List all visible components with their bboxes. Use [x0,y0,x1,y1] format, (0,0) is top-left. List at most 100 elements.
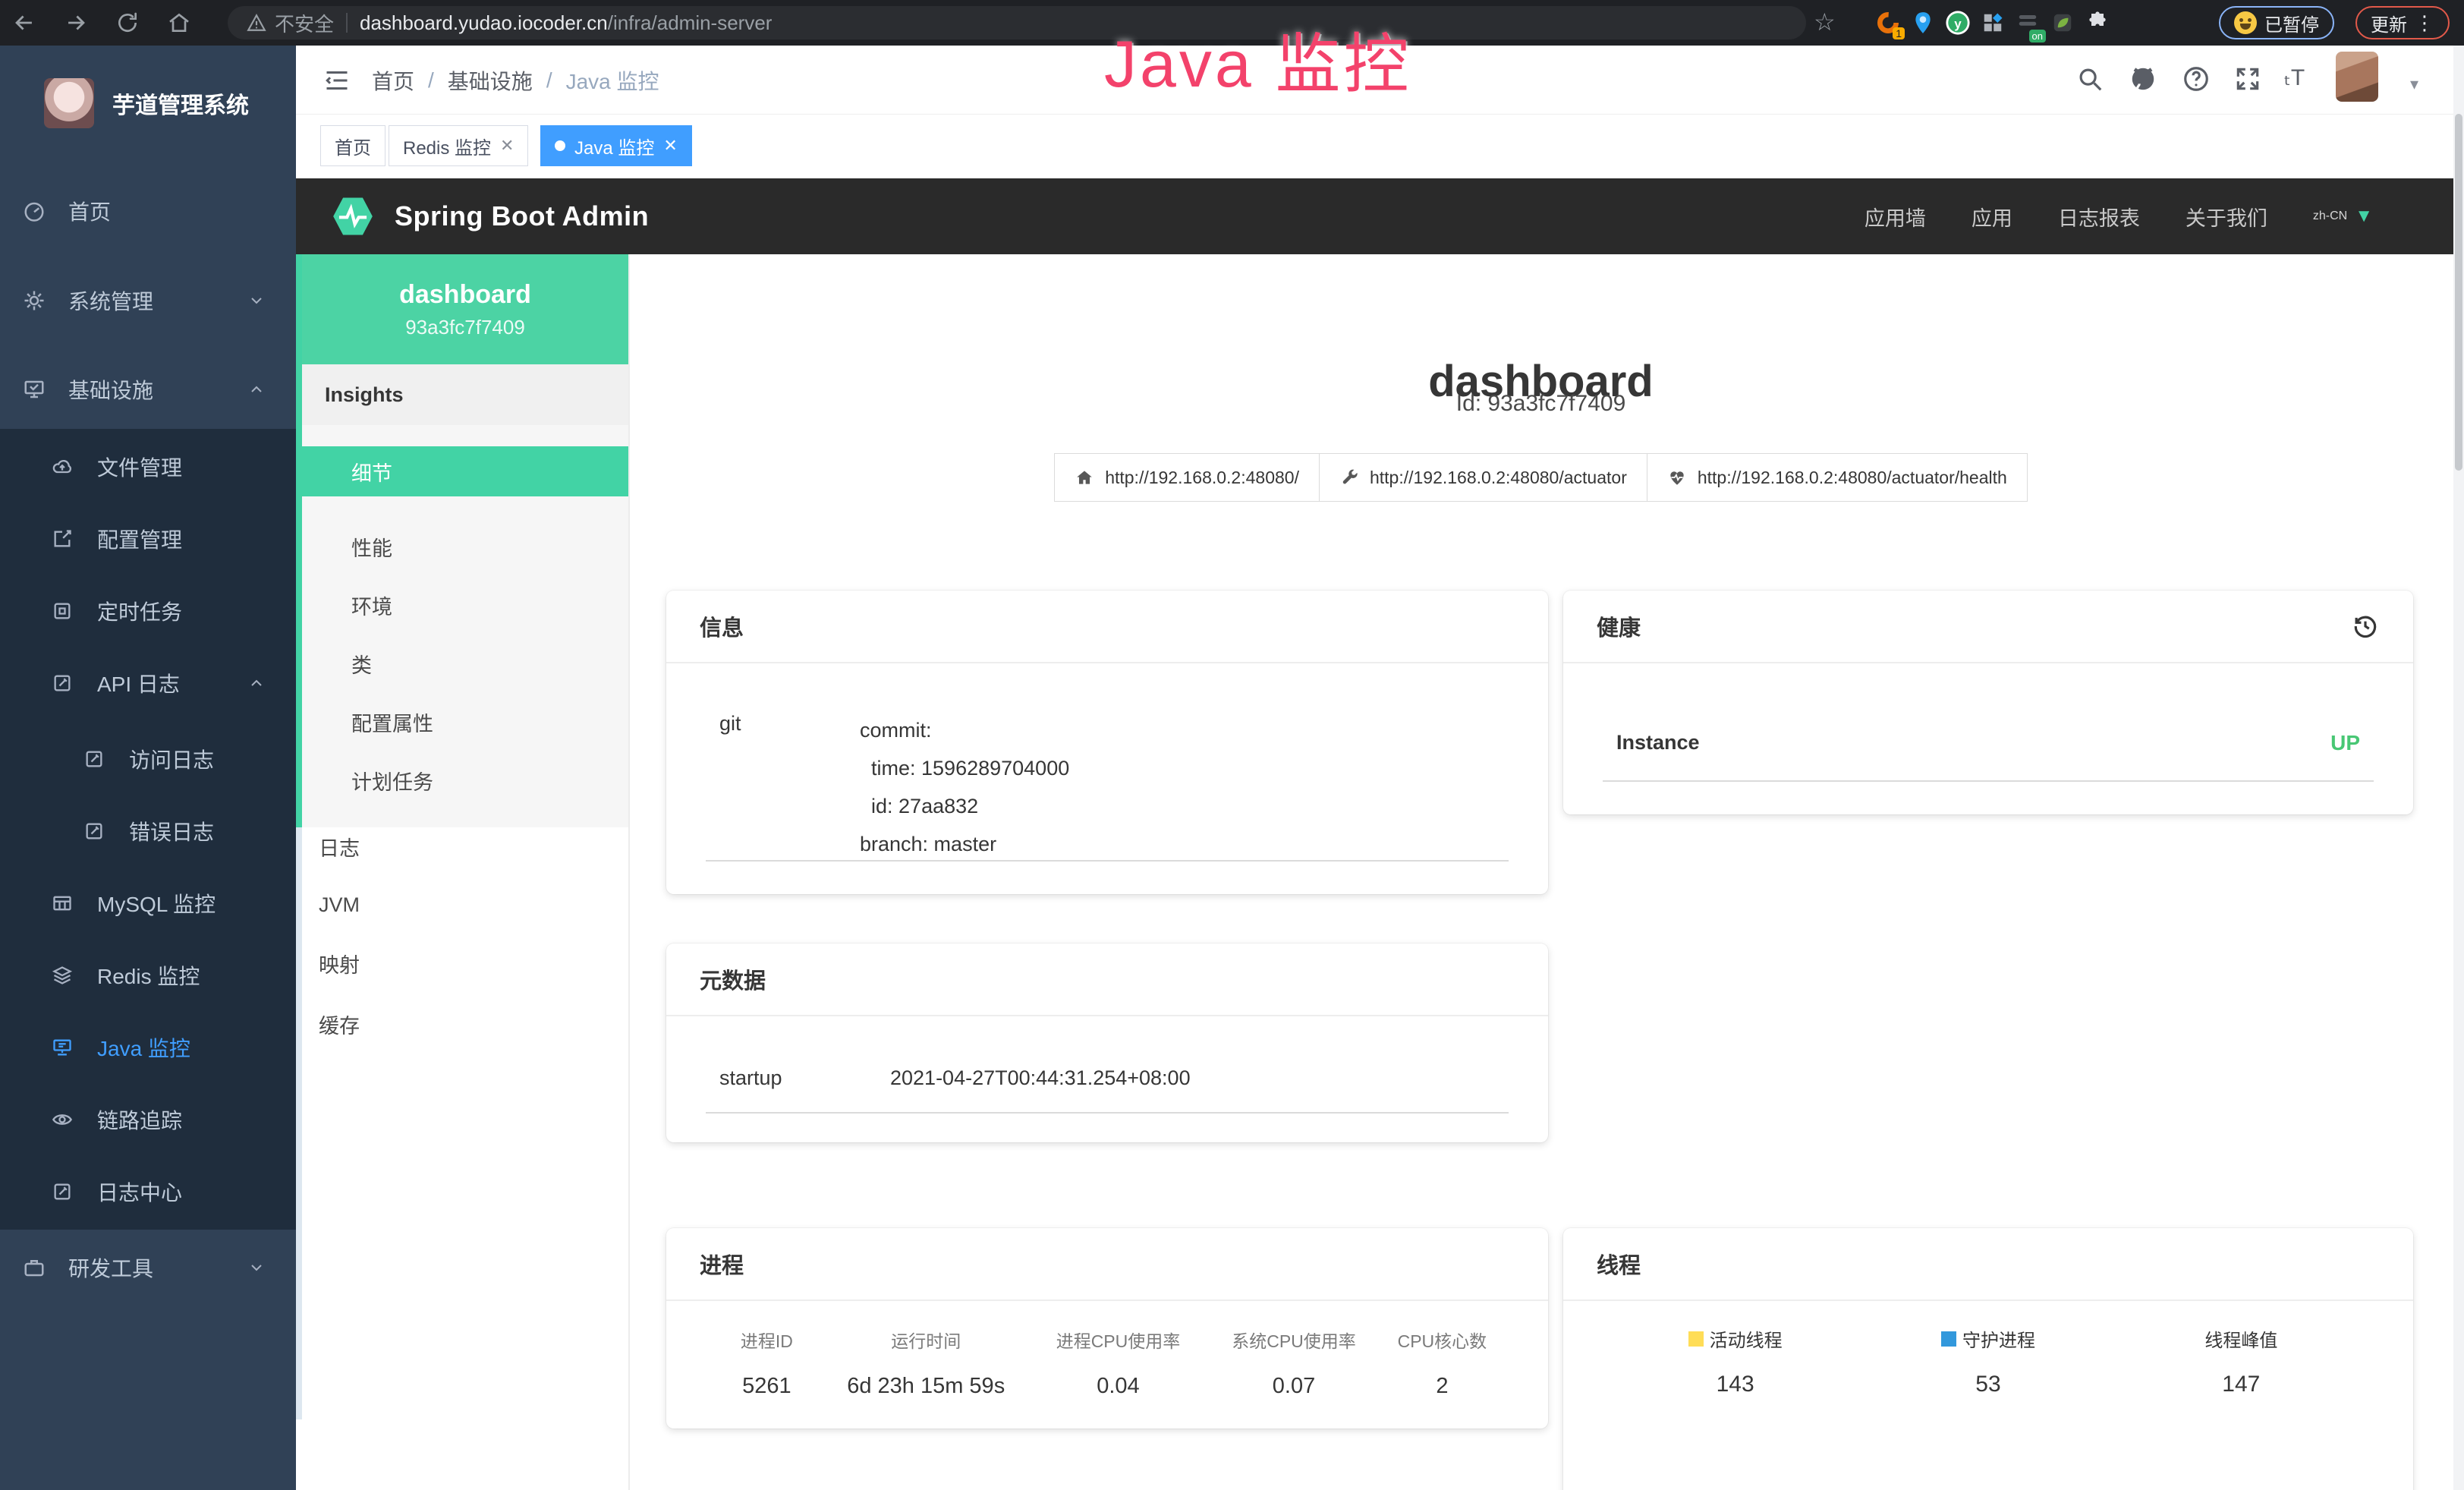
sba-item-caches[interactable]: 缓存 [296,1000,622,1048]
sidebar-item-dev-tools[interactable]: 研发工具 [0,1231,296,1304]
sidebar-item-scheduled-jobs[interactable]: 定时任务 [0,578,296,644]
hamburger-icon[interactable] [323,67,351,93]
process-id-value: 5261 [712,1374,822,1399]
sidebar-item-java-monitor[interactable]: Java 监控 [0,1015,296,1080]
tab-redis-monitor[interactable]: Redis 监控 ✕ [389,125,528,166]
table-icon [52,893,73,914]
close-icon[interactable]: ✕ [663,136,677,156]
history-icon[interactable] [2351,612,2380,641]
app-logo-row[interactable]: 芋道管理系统 [0,46,296,141]
sidebar-section-insights[interactable]: Insights [302,364,628,425]
sidebar-item-label: 错误日志 [129,816,214,846]
sidebar-item-file-manage[interactable]: 文件管理 [0,434,296,499]
health-card: 健康 Instance UP [1563,591,2413,814]
sba-item-jvm[interactable]: JVM [296,880,622,929]
home-icon [1075,468,1094,487]
extension-icon-pin[interactable] [1909,9,1937,36]
fullscreen-icon[interactable] [2233,65,2262,93]
search-icon[interactable] [2075,65,2104,93]
sba-item-details[interactable]: 细节 [302,446,628,496]
instance-header[interactable]: dashboard 93a3fc7f7409 [302,254,628,364]
infra-submenu: 文件管理 配置管理 定时任务 API 日志 访 [0,429,296,1230]
puzzle-extensions-icon[interactable] [2084,9,2111,36]
extension-icon-leaf[interactable] [2049,9,2076,36]
reload-icon[interactable] [112,8,143,38]
sidebar-item-home[interactable]: 首页 [0,175,296,247]
actuator-url-button[interactable]: http://192.168.0.2:48080/actuator [1320,453,1647,502]
page-scrollbar[interactable] [2453,46,2464,1490]
svg-text:y: y [1954,17,1962,31]
paused-extension-button[interactable]: 已暂停 [2219,6,2334,39]
font-size-icon[interactable]: ₜT [2284,65,2313,93]
eye-icon [52,1109,73,1130]
sba-item-config-props[interactable]: 配置属性 [302,698,628,746]
extension-icon-orange[interactable]: 1 [1874,9,1902,36]
nav-journal[interactable]: 日志报表 [2058,202,2140,232]
nav-applications[interactable]: 应用 [1972,202,2012,232]
sba-brand[interactable]: Spring Boot Admin [329,193,649,240]
address-bar[interactable]: 不安全 dashboard.yudao.iocoder.cn/infra/adm… [228,6,1806,39]
security-label[interactable]: 不安全 [275,9,334,37]
breadcrumb-infra[interactable]: 基础设施 [448,65,533,96]
edit-square-icon [83,748,105,770]
admin-sidebar: 芋道管理系统 首页 系统管理 基础设施 文件管理 [0,46,296,1490]
legend-swatch-live [1688,1331,1704,1347]
sidebar-item-error-log[interactable]: 错误日志 [0,799,296,864]
edit-icon [52,528,73,550]
sidebar-item-label: 日志中心 [97,1177,182,1207]
sidebar-item-infra[interactable]: 基础设施 [0,353,296,426]
chevron-up-icon [247,380,266,398]
nav-applications-wall[interactable]: 应用墙 [1865,202,1926,232]
sba-item-metrics[interactable]: 性能 [302,522,628,571]
health-url-button[interactable]: http://192.168.0.2:48080/actuator/health [1647,453,2028,502]
avatar-caret-icon[interactable]: ▾ [2410,74,2418,94]
sidebar-item-log-center[interactable]: 日志中心 [0,1159,296,1224]
sba-item-mappings[interactable]: 映射 [296,939,622,988]
sidebar-item-access-log[interactable]: 访问日志 [0,726,296,792]
scrollbar-thumb[interactable] [2455,114,2462,471]
chevron-down-icon: ▼ [2355,206,2373,227]
live-threads-value: 143 [1609,1372,1861,1397]
tab-java-monitor[interactable]: Java 监控 ✕ [540,125,692,166]
back-icon[interactable] [9,8,39,38]
avatar[interactable] [2336,52,2378,102]
sba-item-environment[interactable]: 环境 [302,581,628,629]
forward-icon[interactable] [61,8,91,38]
heartbeat-icon [1667,468,1687,487]
extension-icon-green-circle[interactable]: y [1944,9,1972,36]
sidebar-item-system[interactable]: 系统管理 [0,264,296,337]
chrome-update-button[interactable]: 更新 ⋮ [2355,6,2450,39]
language-selector[interactable]: zh-CN ▼ [2313,206,2373,227]
kebab-menu-icon[interactable]: ⋮ [2415,11,2434,35]
sidebar-item-mysql-monitor[interactable]: MySQL 监控 [0,871,296,936]
bookmark-star-icon[interactable]: ☆ [1814,8,1836,36]
help-icon[interactable] [2182,65,2211,93]
uptime-value: 6d 23h 15m 59s [822,1374,1031,1399]
close-icon[interactable]: ✕ [500,136,514,156]
language-label: zh-CN [2313,209,2347,223]
tab-home[interactable]: 首页 [320,125,385,166]
service-url-button[interactable]: http://192.168.0.2:48080/ [1054,453,1320,502]
extension-icon-grid[interactable] [1979,9,2006,36]
health-instance-row[interactable]: Instance UP [1616,731,2360,755]
nav-about[interactable]: 关于我们 [2186,202,2267,232]
sidebar-item-redis-monitor[interactable]: Redis 监控 [0,943,296,1008]
sidebar-item-tracing[interactable]: 链路追踪 [0,1087,296,1152]
sba-item-scheduled-tasks[interactable]: 计划任务 [302,756,628,805]
info-git-row: git commit: time: 1596289704000 id: 27aa… [719,712,1501,864]
breadcrumb-home[interactable]: 首页 [372,65,414,96]
extension-icon-on-switch[interactable]: on [2014,9,2041,36]
sba-item-classes[interactable]: 类 [302,639,628,688]
app-title: 芋道管理系统 [112,87,249,120]
spring-boot-admin-logo [329,193,376,240]
metadata-value: 2021-04-27T00:44:31.254+08:00 [890,1066,1191,1090]
monitor-icon [23,378,46,401]
sba-sidebar-accent [296,254,302,827]
sidebar-item-config-manage[interactable]: 配置管理 [0,506,296,572]
paused-label: 已暂停 [2264,10,2319,36]
sba-item-logs[interactable]: 日志 [296,822,622,871]
github-icon[interactable] [2129,65,2157,93]
home-icon[interactable] [164,8,194,38]
screen: 不安全 dashboard.yudao.iocoder.cn/infra/adm… [0,0,2464,1490]
sidebar-item-api-log[interactable]: API 日志 [0,650,296,716]
